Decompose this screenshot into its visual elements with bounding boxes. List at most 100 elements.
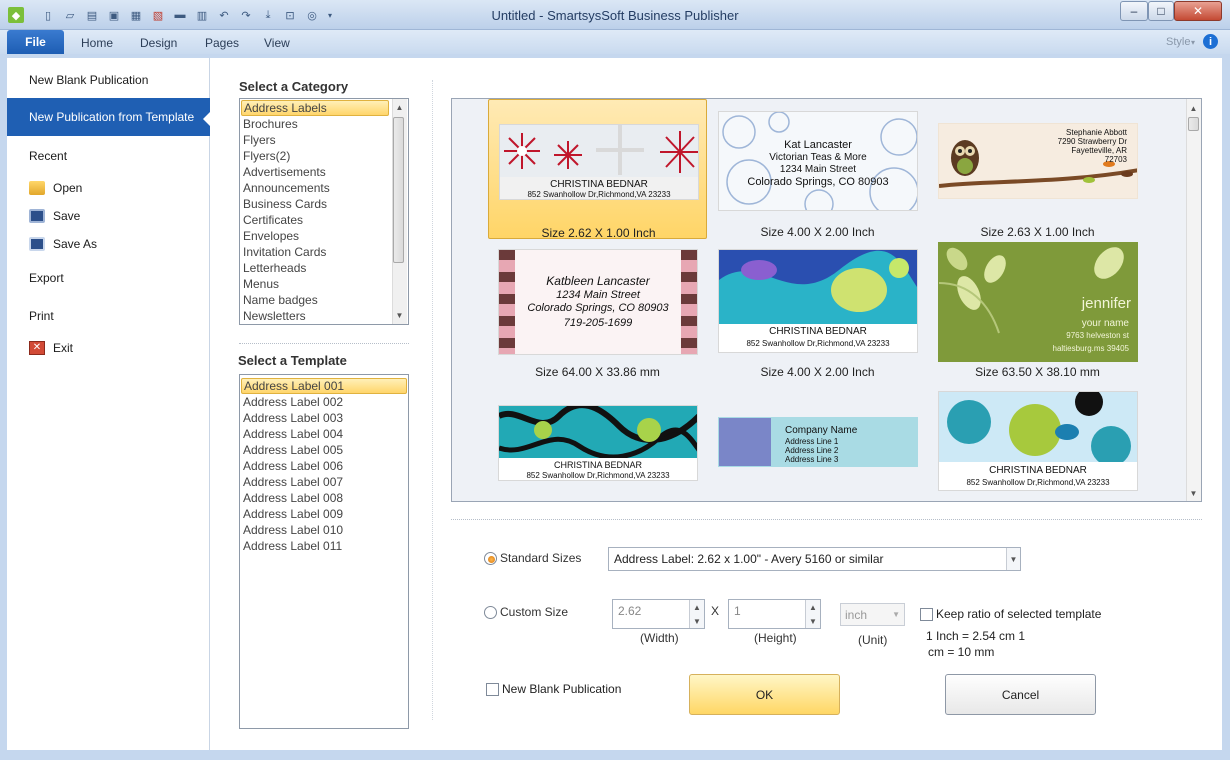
template-card[interactable]: Company Name Address Line 1 Address Line… — [708, 379, 927, 501]
spin-up-icon[interactable]: ▲ — [805, 600, 820, 614]
scroll-up-icon[interactable]: ▲ — [1186, 101, 1201, 115]
category-item[interactable]: Invitation Cards — [243, 244, 326, 260]
scroll-thumb[interactable] — [1188, 117, 1199, 131]
close-button[interactable]: ✕ — [1174, 1, 1222, 21]
template-card[interactable]: jennifer your name 9763 helveston st hal… — [928, 239, 1147, 379]
category-item[interactable]: Letterheads — [243, 260, 306, 276]
template-card[interactable]: Katbleen Lancaster 1234 Main Street Colo… — [488, 239, 707, 379]
template-item[interactable]: Address Label 006 — [243, 458, 343, 474]
category-item[interactable]: Envelopes — [243, 228, 299, 244]
template-card[interactable]: Stephanie Abbott 7290 Strawberry Dr Faye… — [928, 99, 1147, 239]
template-item[interactable]: Address Label 007 — [243, 474, 343, 490]
menu-new-blank[interactable]: New Blank Publication — [7, 66, 210, 94]
menu-recent[interactable]: Recent — [7, 142, 210, 170]
label-line: Colorado Springs, CO 80903 — [747, 176, 889, 188]
template-card[interactable]: CHRISTINA BEDNAR 852 Swanhollow Dr,Richm… — [928, 379, 1147, 501]
tribal-pattern-icon — [499, 406, 697, 458]
template-card[interactable]: CHRISTINA BEDNAR 852 Swanhollow Dr,Richm… — [708, 239, 927, 379]
template-gallery[interactable]: CHRISTINA BEDNAR 852 Swanhollow Dr,Richm… — [451, 98, 1202, 502]
template-item[interactable]: Address Label 009 — [243, 506, 343, 522]
template-card[interactable]: Kat Lancaster Victorian Teas & More 1234… — [708, 99, 927, 239]
conversion-note-1: 1 Inch = 2.54 cm 1 — [926, 629, 1026, 643]
custom-size-label: Custom Size — [500, 605, 569, 619]
standard-size-select[interactable]: Address Label: 2.62 x 1.00" - Avery 5160… — [608, 547, 1021, 571]
paisley-pattern-icon — [719, 250, 917, 324]
template-item[interactable]: Address Label 001 — [241, 378, 407, 394]
menu-print[interactable]: Print — [7, 302, 210, 330]
menu-exit[interactable]: ✕ Exit — [7, 334, 210, 362]
height-spinner[interactable]: 1 ▲ ▼ — [728, 599, 821, 629]
label-line: 7290 Strawberry Dr — [1057, 137, 1127, 146]
menu-save-as[interactable]: Save As — [7, 230, 210, 258]
minimize-button[interactable]: – — [1120, 1, 1148, 21]
times-label: X — [711, 604, 720, 618]
tab-home[interactable]: Home — [81, 36, 113, 50]
template-card[interactable]: CHRISTINA BEDNAR 852 Swanhollow Dr,Richm… — [488, 99, 707, 240]
window-title: Untitled - SmartsysSoft Business Publish… — [491, 8, 739, 23]
tab-design[interactable]: Design — [140, 36, 177, 50]
category-item[interactable]: Brochures — [243, 116, 298, 132]
category-item[interactable]: Menus — [243, 276, 279, 292]
template-item[interactable]: Address Label 011 — [243, 538, 342, 554]
maximize-button[interactable]: □ — [1148, 1, 1174, 21]
category-item[interactable]: Newsletters — [243, 308, 306, 324]
standard-sizes-radio[interactable] — [484, 552, 497, 565]
label-line: 719-205-1699 — [563, 317, 633, 329]
style-menu[interactable]: Style — [1166, 36, 1190, 48]
label-line: Victorian Teas & More — [769, 152, 867, 163]
template-item[interactable]: Address Label 008 — [243, 490, 343, 506]
category-item[interactable]: Advertisements — [243, 164, 326, 180]
menu-label: Exit — [53, 341, 74, 355]
menu-new-from-template[interactable]: New Publication from Template — [7, 98, 210, 136]
tab-pages[interactable]: Pages — [205, 36, 239, 50]
template-size: Size 2.62 X 1.00 Inch — [541, 226, 656, 240]
scroll-down-icon[interactable]: ▼ — [1186, 486, 1201, 500]
template-item[interactable]: Address Label 004 — [243, 426, 343, 442]
template-item[interactable]: Address Label 002 — [243, 394, 343, 410]
ok-button[interactable]: OK — [689, 674, 840, 715]
menu-export[interactable]: Export — [7, 264, 210, 292]
chevron-down-icon[interactable]: ▼ — [892, 610, 900, 619]
unit-select[interactable]: inch ▼ — [840, 603, 905, 626]
template-preview: Company Name Address Line 1 Address Line… — [718, 417, 918, 467]
scroll-down-icon[interactable]: ▼ — [392, 308, 407, 322]
category-item[interactable]: Flyers — [243, 132, 276, 148]
template-item[interactable]: Address Label 010 — [243, 522, 343, 538]
category-item[interactable]: Announcements — [243, 180, 330, 196]
style-dropdown-icon[interactable]: ▾ — [1191, 38, 1195, 47]
spin-down-icon[interactable]: ▼ — [689, 614, 704, 628]
info-icon[interactable]: i — [1203, 34, 1218, 49]
category-item[interactable]: Business Cards — [243, 196, 327, 212]
category-item[interactable]: Certificates — [243, 212, 303, 228]
label-line: Colorado Springs, CO 80903 — [527, 302, 669, 314]
menu-label: Export — [29, 271, 64, 285]
category-item[interactable]: Address Labels — [241, 100, 389, 116]
template-size: Size 64.00 X 33.86 mm — [535, 365, 660, 379]
template-preview: jennifer your name 9763 helveston st hal… — [938, 242, 1138, 362]
label-line: Katbleen Lancaster — [546, 274, 650, 288]
menu-save[interactable]: Save — [7, 202, 210, 230]
cancel-button[interactable]: Cancel — [945, 674, 1096, 715]
tab-view[interactable]: View — [264, 36, 290, 50]
template-item[interactable]: Address Label 005 — [243, 442, 343, 458]
new-blank-label: New Blank Publication — [502, 682, 622, 696]
template-card[interactable]: CHRISTINA BEDNAR 852 Swanhollow Dr,Richm… — [488, 379, 707, 501]
category-item[interactable]: Name badges — [243, 292, 318, 308]
unit-caption: (Unit) — [858, 633, 888, 647]
new-blank-checkbox[interactable] — [486, 683, 499, 696]
scroll-thumb[interactable] — [393, 117, 404, 263]
spin-up-icon[interactable]: ▲ — [689, 600, 704, 614]
label-line: Address Line 2 — [785, 446, 839, 455]
category-item[interactable]: Flyers(2) — [243, 148, 290, 164]
gallery-scrollbar[interactable] — [1186, 99, 1201, 501]
spin-down-icon[interactable]: ▼ — [805, 614, 820, 628]
menu-open[interactable]: Open — [7, 174, 210, 202]
label-line: 72703 — [1104, 155, 1127, 164]
custom-size-radio[interactable] — [484, 606, 497, 619]
template-item[interactable]: Address Label 003 — [243, 410, 343, 426]
scroll-up-icon[interactable]: ▲ — [392, 100, 407, 114]
width-spinner[interactable]: 2.62 ▲ ▼ — [612, 599, 705, 629]
keep-ratio-checkbox[interactable] — [920, 608, 933, 621]
tab-file[interactable]: File — [7, 30, 64, 54]
chevron-down-icon[interactable]: ▼ — [1006, 548, 1020, 570]
